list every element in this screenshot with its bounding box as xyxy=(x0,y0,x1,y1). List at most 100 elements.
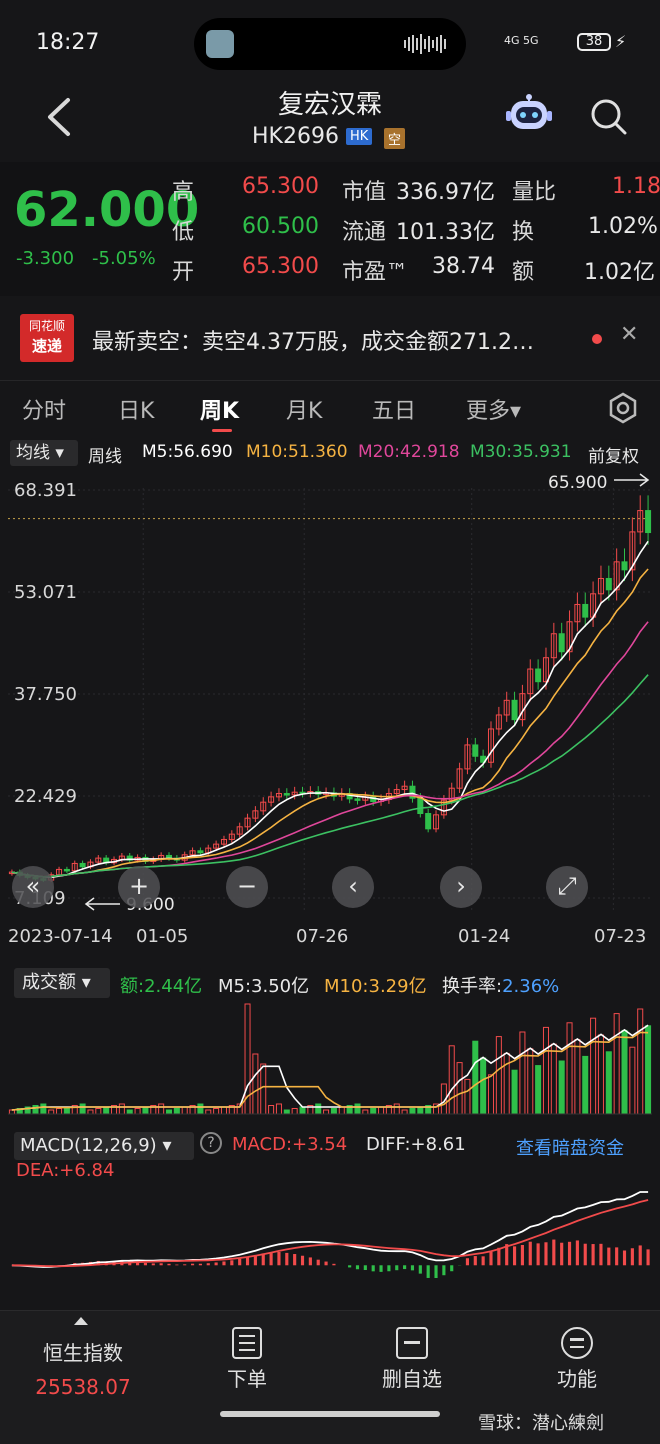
volume-bar xyxy=(220,1106,227,1115)
volume-bar xyxy=(409,1108,416,1115)
macd-value: MACD:+3.54 xyxy=(232,1134,348,1155)
volume-m10: M10:3.29亿 xyxy=(324,976,427,997)
candle-body xyxy=(645,510,652,534)
robot-assistant-icon[interactable] xyxy=(506,93,552,135)
tab-more[interactable]: 更多▾ xyxy=(466,393,521,425)
candle-body xyxy=(417,797,424,815)
float-value: 101.33亿 xyxy=(396,220,495,245)
tab-intraday[interactable]: 分时 xyxy=(22,393,66,425)
scroll-right-icon[interactable]: › xyxy=(440,866,482,908)
volume-bar xyxy=(550,1043,557,1115)
volume-bar xyxy=(165,1109,173,1115)
volume-bar xyxy=(542,1026,549,1115)
tab-monthly[interactable]: 月K xyxy=(286,393,322,425)
volume-bar xyxy=(103,1106,110,1115)
news-text: 最新卖空：卖空4.37万股，成交金额271.2… xyxy=(92,330,534,355)
x-tick: 2023-07-14 xyxy=(8,926,113,947)
volume-bar xyxy=(268,1105,275,1115)
price-change-pct: -5.05% xyxy=(92,248,156,269)
market-badge: HK xyxy=(346,128,373,145)
y-tick: 37.750 xyxy=(14,684,77,705)
volume-bar xyxy=(456,1062,463,1115)
high-arrow-icon xyxy=(614,473,650,487)
candle-body xyxy=(582,603,589,618)
function-button[interactable]: 功能 xyxy=(542,1363,612,1392)
volume-bar xyxy=(291,1108,298,1115)
volume-bar xyxy=(637,1008,644,1115)
expand-icon[interactable] xyxy=(74,1317,88,1325)
active-tab-indicator xyxy=(212,429,232,432)
volume-bar xyxy=(645,1025,652,1115)
pe-label: 市盈™ xyxy=(342,260,409,285)
volume-bar xyxy=(621,1029,628,1115)
volume-bar xyxy=(417,1106,424,1115)
index-name[interactable]: 恒生指数 xyxy=(30,1337,136,1366)
volume-bar xyxy=(401,1109,408,1115)
diff-value: DIFF:+8.61 xyxy=(366,1134,466,1155)
volume-bar xyxy=(252,1053,259,1115)
news-logo: 同花顺 速递 xyxy=(20,314,74,362)
candle-body xyxy=(283,793,290,796)
scroll-left-icon[interactable]: ‹ xyxy=(332,866,374,908)
tab-weekly[interactable]: 周K xyxy=(200,393,239,425)
ma30-value: M30:35.931 xyxy=(470,442,572,462)
charging-icon: ⚡ xyxy=(615,32,627,51)
search-icon[interactable] xyxy=(588,96,628,136)
tab-daily[interactable]: 日K xyxy=(118,393,154,425)
remove-watchlist-button[interactable]: 删自选 xyxy=(370,1363,454,1392)
volume-bar xyxy=(330,1108,337,1115)
candle-body xyxy=(558,633,565,653)
volume-bar xyxy=(275,1103,282,1115)
volume-bar xyxy=(338,1106,345,1115)
candle-body xyxy=(472,744,479,757)
remove-watchlist-icon[interactable] xyxy=(396,1327,428,1359)
volume-amount: 额:2.44亿 xyxy=(120,976,203,997)
y-tick: 53.071 xyxy=(14,582,77,603)
close-icon[interactable]: ✕ xyxy=(620,322,638,347)
macd-dropdown[interactable]: MACD(12,26,9) ▾ xyxy=(14,1132,194,1160)
volume-bar xyxy=(527,1048,534,1115)
settings-icon[interactable] xyxy=(606,391,640,425)
candlestick-chart[interactable]: 68.39153.07137.75022.4297.109 65.9009.60… xyxy=(0,470,660,924)
order-icon[interactable] xyxy=(232,1327,262,1359)
help-icon[interactable]: ? xyxy=(200,1132,222,1154)
macd-chart[interactable] xyxy=(0,1186,660,1286)
volume-bar xyxy=(95,1108,102,1115)
volume-bar xyxy=(519,1031,526,1115)
y-tick: 68.391 xyxy=(14,480,77,501)
high-value: 65.300 xyxy=(242,174,319,199)
high-annotation: 65.900 xyxy=(548,473,607,493)
indicator-dropdown[interactable]: 均线 ▾ xyxy=(10,440,78,466)
macd-dropdown-label: MACD(12,26,9) xyxy=(20,1135,157,1156)
volume-bar xyxy=(197,1103,204,1115)
zoom-in-icon[interactable]: + xyxy=(118,866,160,908)
dark-pool-link[interactable]: 查看暗盘资金 xyxy=(516,1134,624,1160)
tab-five-day[interactable]: 五日 xyxy=(372,393,416,425)
mcap-value: 336.97亿 xyxy=(396,180,495,205)
volume-bar xyxy=(378,1106,385,1115)
float-label: 流通 xyxy=(342,220,387,245)
news-logo-bottom: 速递 xyxy=(31,337,62,355)
volume-chart[interactable] xyxy=(0,998,660,1120)
volume-bar xyxy=(480,1057,487,1115)
volume-dropdown[interactable]: 成交额 ▾ xyxy=(14,968,110,998)
price-change: -3.300 xyxy=(16,248,75,269)
order-button[interactable]: 下单 xyxy=(212,1363,282,1392)
open-value: 65.300 xyxy=(242,254,319,279)
rewind-icon[interactable]: « xyxy=(12,866,54,908)
volume-bar xyxy=(590,1017,597,1115)
news-banner[interactable]: 同花顺 速递 最新卖空：卖空4.37万股，成交金额271.2… ✕ xyxy=(0,310,660,366)
home-indicator[interactable] xyxy=(220,1411,440,1417)
function-icon[interactable] xyxy=(561,1327,593,1359)
volume-bar xyxy=(173,1108,180,1115)
dea-value: DEA:+6.84 xyxy=(16,1160,115,1181)
volume-bar xyxy=(487,1074,495,1115)
volume-ma-line xyxy=(11,1024,649,1111)
adjust-label[interactable]: 前复权 xyxy=(588,442,639,467)
volume-bar xyxy=(87,1109,94,1115)
x-tick: 01-05 xyxy=(136,926,189,947)
candle-body xyxy=(605,577,612,591)
fullscreen-icon[interactable]: ⤢ xyxy=(546,866,588,908)
candle-body xyxy=(63,868,70,872)
zoom-out-icon[interactable]: − xyxy=(226,866,268,908)
